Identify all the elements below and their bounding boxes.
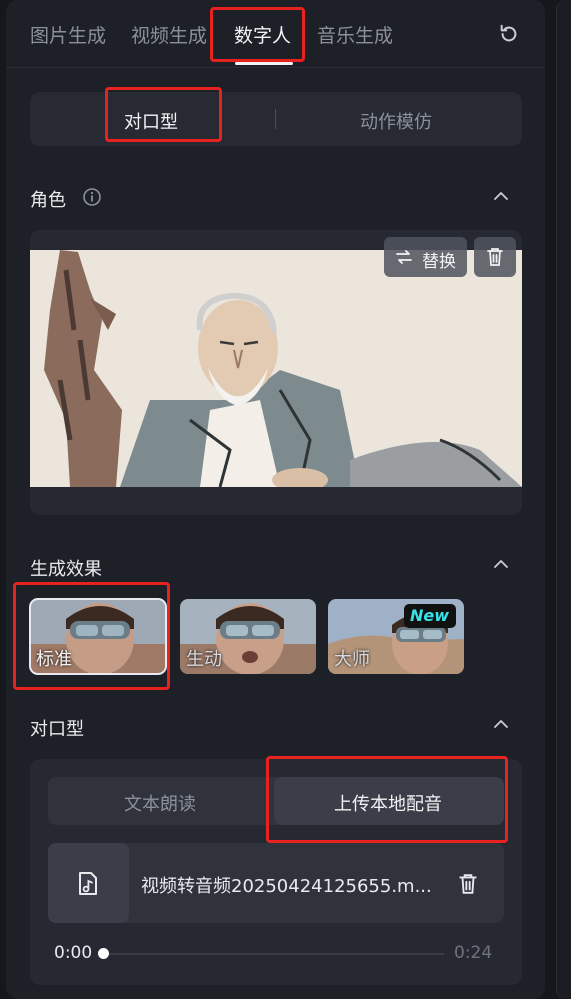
- top-tab-bar: 图片生成 视频生成 数字人 音乐生成: [6, 0, 545, 68]
- effect-option-master[interactable]: New 大师: [328, 599, 464, 674]
- tab-text-read[interactable]: 文本朗读: [124, 790, 196, 816]
- new-badge: New: [404, 604, 456, 628]
- tab-digital-human[interactable]: 数字人: [234, 21, 291, 48]
- effect-option-label: 标准: [36, 649, 72, 670]
- info-icon[interactable]: [82, 187, 102, 207]
- audio-progress-track[interactable]: [104, 953, 444, 955]
- replace-role-button[interactable]: 替换: [384, 237, 467, 277]
- tab-music-gen[interactable]: 音乐生成: [317, 21, 393, 48]
- audio-total-time: 0:24: [454, 943, 493, 963]
- mode-tab-lip-sync[interactable]: 对口型: [124, 108, 178, 134]
- effect-option-standard[interactable]: 标准: [29, 598, 167, 675]
- audio-current-time: 0:00: [54, 943, 93, 963]
- new-badge-label: New: [410, 606, 450, 625]
- swap-icon: [396, 250, 412, 264]
- lip-sync-section-title: 对口型: [30, 719, 84, 740]
- effect-option-label: 生动: [186, 649, 222, 670]
- trash-icon: [487, 248, 503, 266]
- music-file-icon: [79, 872, 97, 895]
- role-card: 替换: [30, 230, 522, 515]
- tab-upload-audio-label: 上传本地配音: [334, 794, 442, 815]
- lip-sync-card: 文本朗读 上传本地配音 视频转音频20250424125655.m... 0:0…: [30, 759, 522, 985]
- audio-source-tabs: 文本朗读 上传本地配音: [48, 777, 504, 825]
- audio-file-thumb: [48, 843, 129, 923]
- role-portrait-image: [30, 250, 522, 487]
- effect-option-label: 大师: [334, 649, 370, 670]
- role-section-title: 角色: [30, 190, 66, 211]
- right-panel-edge: [556, 0, 571, 999]
- audio-file-row: 视频转音频20250424125655.m...: [48, 843, 504, 923]
- audio-file-name: 视频转音频20250424125655.m...: [141, 876, 432, 897]
- collapse-lip-sync-chevron-icon[interactable]: [493, 719, 509, 729]
- digital-human-panel: 图片生成 视频生成 数字人 音乐生成 对口型 动作模仿 角色 替换 生成效果 标…: [6, 0, 545, 999]
- mode-tab-motion-mimic[interactable]: 动作模仿: [360, 108, 432, 134]
- tab-image-gen[interactable]: 图片生成: [30, 21, 106, 48]
- collapse-role-chevron-icon[interactable]: [493, 191, 509, 201]
- mode-segmented-control: 对口型 动作模仿: [30, 92, 522, 146]
- collapse-effect-chevron-icon[interactable]: [493, 559, 509, 569]
- audio-progress-knob[interactable]: [98, 948, 109, 959]
- segment-divider: [275, 109, 276, 129]
- tab-video-gen[interactable]: 视频生成: [131, 21, 207, 48]
- refresh-icon[interactable]: [498, 23, 520, 45]
- replace-label: 替换: [422, 252, 456, 272]
- delete-role-button[interactable]: [474, 237, 516, 277]
- effect-option-vivid[interactable]: 生动: [180, 599, 316, 674]
- effect-section-title: 生成效果: [30, 559, 102, 580]
- active-tab-indicator: [235, 62, 293, 65]
- delete-audio-trash-icon[interactable]: [458, 873, 478, 895]
